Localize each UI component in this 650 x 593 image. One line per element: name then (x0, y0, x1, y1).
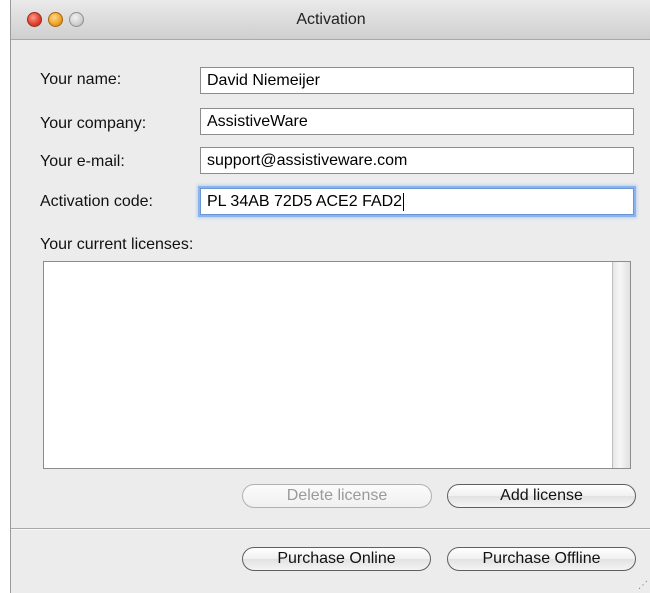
company-label: Your company: (40, 115, 147, 132)
purchase-offline-button[interactable]: Purchase Offline (447, 547, 636, 571)
activation-code-field[interactable]: PL 34AB 72D5 ACE2 FAD2 (200, 188, 634, 215)
text-caret (403, 192, 405, 211)
window-title: Activation (296, 11, 366, 28)
resize-grip-icon[interactable]: ⋰ (638, 581, 648, 591)
separator (11, 528, 650, 530)
activation-code-label: Activation code: (40, 193, 153, 210)
delete-license-button[interactable]: Delete license (242, 484, 432, 508)
email-label: Your e-mail: (40, 153, 125, 170)
licenses-list-scrollbar[interactable] (612, 262, 630, 468)
email-field[interactable] (200, 147, 634, 174)
title-bar[interactable]: Activation (11, 0, 650, 40)
name-label: Your name: (40, 71, 122, 88)
activation-window: Activation Your name: Your company: Your… (10, 0, 650, 593)
company-field[interactable] (200, 108, 634, 135)
current-licenses-label: Your current licenses: (40, 236, 194, 253)
name-field[interactable] (200, 67, 634, 94)
activation-code-value: PL 34AB 72D5 ACE2 FAD2 (207, 193, 403, 210)
purchase-online-button[interactable]: Purchase Online (242, 547, 431, 571)
add-license-button[interactable]: Add license (447, 484, 636, 508)
licenses-list[interactable] (43, 261, 631, 469)
